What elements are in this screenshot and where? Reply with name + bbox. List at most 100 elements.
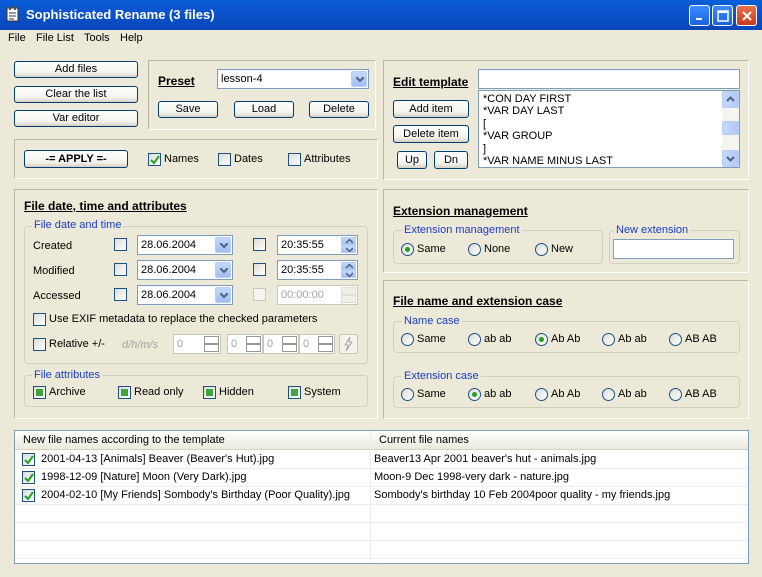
spin-up-button[interactable] [341,262,356,270]
maximize-button[interactable] [712,5,733,26]
hidden-checkbox[interactable] [203,386,216,399]
menu-help[interactable]: Help [120,32,143,44]
chevron-down-icon [220,293,228,299]
modified-date-dropdown[interactable] [215,262,231,278]
template-line[interactable]: *VAR NAME MINUS LAST [483,155,613,167]
column-header-current-names[interactable]: Current file names [370,431,748,450]
relative-checkbox[interactable] [33,338,46,351]
dates-checkbox[interactable] [218,153,231,166]
accessed-label: Accessed [33,290,81,302]
preset-value: lesson-4 [221,73,263,85]
row-checkbox[interactable] [22,489,35,502]
template-scrollbar[interactable] [722,91,739,167]
table-row[interactable]: 2004-02-10 [My Friends] Sombody's Birthd… [15,487,748,505]
preset-combo[interactable]: lesson-4 [217,69,369,89]
system-checkbox[interactable] [288,386,301,399]
template-line[interactable]: *VAR GROUP [483,130,552,142]
spin-down-button[interactable] [341,245,356,253]
file-list[interactable]: New file names according to the template… [14,430,749,564]
modified-time-spinner[interactable]: 20:35:55 [277,260,358,280]
title-bar[interactable]: Sophisticated Rename (3 files) [0,0,762,30]
created-date-picker[interactable]: 28.06.2004 [137,235,233,255]
chevron-down-icon [220,268,228,274]
current-file-name: Sombody's birthday 10 Feb 2004poor quali… [374,489,671,501]
spin-down-button[interactable] [341,270,356,278]
preset-load-button[interactable]: Load [234,101,294,118]
delete-item-button[interactable]: Delete item [393,125,469,143]
exif-checkbox[interactable] [33,313,46,326]
ext-none-label: None [484,243,511,255]
read-only-checkbox[interactable] [118,386,131,399]
archive-checkbox[interactable] [33,386,46,399]
name-case-upper-radio[interactable] [669,333,682,346]
preset-dropdown-button[interactable] [351,71,367,87]
accessed-time-checkbox [253,288,266,301]
menu-file[interactable]: File [8,32,26,44]
attributes-checkbox[interactable] [288,153,301,166]
accessed-date-checkbox[interactable] [114,288,127,301]
created-date-dropdown[interactable] [215,237,231,253]
scroll-thumb[interactable] [722,121,739,135]
table-row[interactable]: 2001-04-13 [Animals] Beaver (Beaver's Hu… [15,451,748,469]
close-button[interactable] [736,5,757,26]
menu-file-list[interactable]: File List [36,32,74,44]
apply-button[interactable]: -= APPLY =- [24,150,128,168]
row-checkbox[interactable] [22,453,35,466]
file-date-group-title: File date and time [32,219,124,231]
hidden-label: Hidden [219,386,254,398]
created-time-spinner[interactable]: 20:35:55 [277,235,358,255]
minimize-button[interactable] [689,5,710,26]
var-editor-button[interactable]: Var editor [14,110,138,127]
created-time-checkbox[interactable] [253,238,266,251]
ext-case-lower-radio[interactable] [468,388,481,401]
modified-date-picker[interactable]: 28.06.2004 [137,260,233,280]
add-files-button[interactable]: Add files [14,61,138,78]
scroll-up-button[interactable] [722,91,739,108]
name-case-title: Name case [402,315,462,327]
preset-delete-button[interactable]: Delete [309,101,369,118]
add-item-button[interactable]: Add item [393,100,469,118]
name-case-same-radio[interactable] [401,333,414,346]
created-date-checkbox[interactable] [114,238,127,251]
template-line[interactable]: *VAR DAY LAST [483,105,564,117]
menu-tools[interactable]: Tools [84,32,110,44]
name-case-title-radio[interactable] [535,333,548,346]
exif-label: Use EXIF metadata to replace the checked… [49,313,318,325]
clear-list-button[interactable]: Clear the list [14,86,138,103]
accessed-date-picker[interactable]: 28.06.2004 [137,285,233,305]
name-case-lower-radio[interactable] [468,333,481,346]
new-file-name: 1998-12-09 [Nature] Moon (Very Dark).jpg [41,471,247,483]
template-input[interactable] [478,69,740,89]
ext-none-radio[interactable] [468,243,481,256]
minimize-icon [696,18,702,20]
preset-save-button[interactable]: Save [158,101,218,118]
template-line[interactable]: ] [483,143,486,155]
ext-case-upper-radio[interactable] [669,388,682,401]
row-checkbox[interactable] [22,471,35,484]
template-line[interactable]: [ [483,118,486,130]
ext-case-sentence-radio[interactable] [602,388,615,401]
accessed-date-dropdown[interactable] [215,287,231,303]
maximize-icon [717,10,729,22]
names-checkbox[interactable] [148,153,161,166]
new-extension-input[interactable] [613,239,734,259]
scroll-down-button[interactable] [722,150,739,167]
ext-new-radio[interactable] [535,243,548,256]
relative-seconds-value: 0 [303,338,310,350]
table-row[interactable]: 1998-12-09 [Nature] Moon (Very Dark).jpg… [15,469,748,487]
modified-time-checkbox[interactable] [253,263,266,276]
ext-case-same-radio[interactable] [401,388,414,401]
modified-date-checkbox[interactable] [114,263,127,276]
extension-title: Extension management [393,204,528,218]
ext-case-title-radio[interactable] [535,388,548,401]
name-case-sentence-radio[interactable] [602,333,615,346]
move-down-button[interactable]: Dn [434,151,468,169]
template-list[interactable]: *CON DAY FIRST *VAR DAY LAST [ *VAR GROU… [478,90,740,168]
column-header-new-names[interactable]: New file names according to the template [15,431,370,450]
move-up-button[interactable]: Up [397,151,427,169]
spin-up-button[interactable] [341,237,356,245]
dates-label: Dates [234,153,263,165]
system-label: System [304,386,341,398]
ext-same-radio[interactable] [401,243,414,256]
template-line[interactable]: *CON DAY FIRST [483,93,571,105]
